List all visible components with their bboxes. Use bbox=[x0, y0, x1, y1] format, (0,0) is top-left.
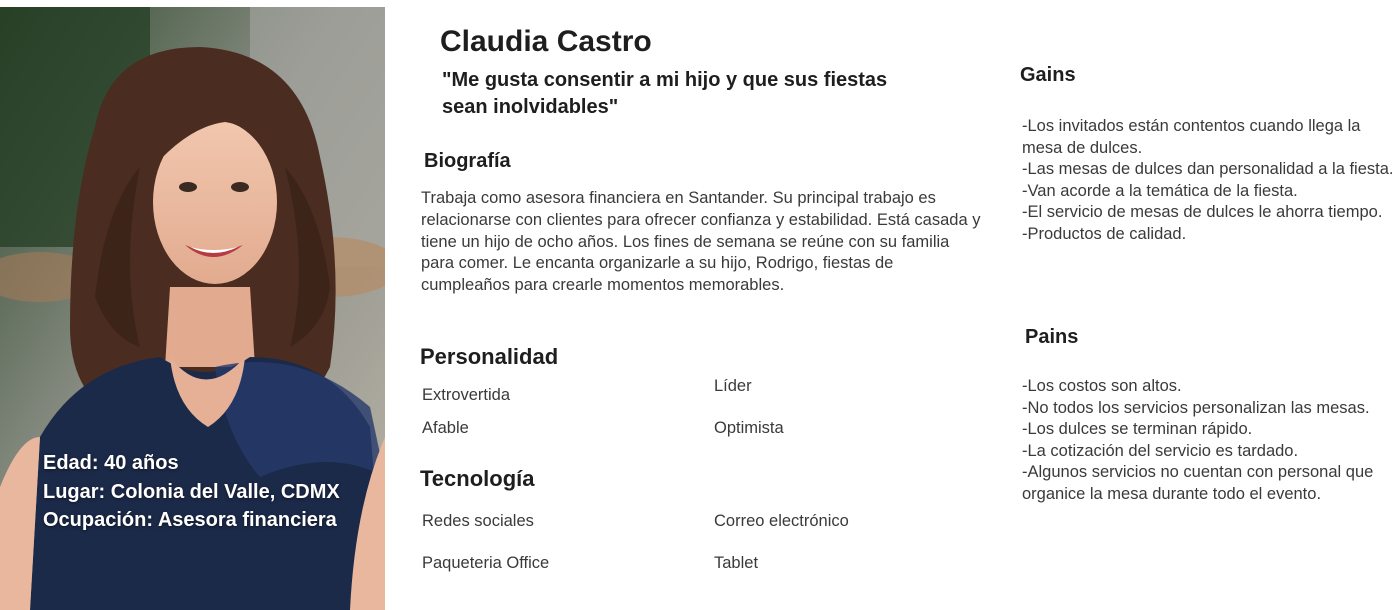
technology-heading: Tecnología bbox=[420, 466, 535, 491]
persona-photo: Edad: 40 años Lugar: Colonia del Valle, … bbox=[0, 7, 385, 610]
personality-trait: Afable bbox=[422, 419, 469, 437]
pains-item: -Algunos servicios no cuentan con person… bbox=[1022, 463, 1374, 503]
gains-list: -Los invitados están contentos cuando ll… bbox=[1022, 116, 1394, 246]
pains-heading: Pains bbox=[1025, 326, 1079, 348]
occupation-label: Ocupación: Asesora financiera bbox=[43, 509, 337, 531]
gains-item: -Las mesas de dulces dan personalidad a … bbox=[1022, 160, 1394, 179]
biography-heading: Biografía bbox=[424, 150, 511, 172]
location-label: Lugar: Colonia del Valle, CDMX bbox=[43, 480, 340, 503]
pains-item: -No todos los servicios personalizan las… bbox=[1022, 398, 1370, 417]
personality-heading: Personalidad bbox=[420, 344, 559, 369]
persona-details: Edad: 40 años Lugar: Colonia del Valle, … bbox=[43, 449, 340, 535]
biography-text: Trabaja como asesora financiera en Santa… bbox=[421, 189, 981, 295]
gains-item: -Productos de calidad. bbox=[1022, 224, 1187, 243]
personality-trait: Líder bbox=[714, 377, 752, 395]
technology-item: Redes sociales bbox=[422, 512, 534, 530]
gains-heading: Gains bbox=[1020, 64, 1076, 86]
gains-item: -Los invitados están contentos cuando ll… bbox=[1022, 117, 1361, 157]
persona-name: Claudia Castro bbox=[440, 25, 652, 58]
age-label: Edad: 40 años bbox=[43, 452, 179, 474]
pains-item: -Los costos son altos. bbox=[1022, 377, 1182, 395]
pains-item: -La cotización del servicio es tardado. bbox=[1022, 441, 1299, 460]
persona-quote: "Me gusta consentir a mi hijo y que sus … bbox=[442, 69, 888, 118]
personality-trait: Extrovertida bbox=[422, 386, 511, 404]
technology-item: Paqueteria Office bbox=[422, 554, 550, 572]
technology-item: Tablet bbox=[714, 554, 759, 572]
technology-item: Correo electrónico bbox=[714, 512, 849, 530]
personality-trait: Optimista bbox=[714, 419, 784, 437]
pains-item: -Los dulces se terminan rápido. bbox=[1022, 420, 1253, 439]
pains-list: -Los costos son altos. -No todos los ser… bbox=[1022, 376, 1386, 506]
gains-item: -El servicio de mesas de dulces le ahorr… bbox=[1022, 203, 1383, 222]
gains-item: -Van acorde a la temática de la fiesta. bbox=[1022, 181, 1298, 200]
